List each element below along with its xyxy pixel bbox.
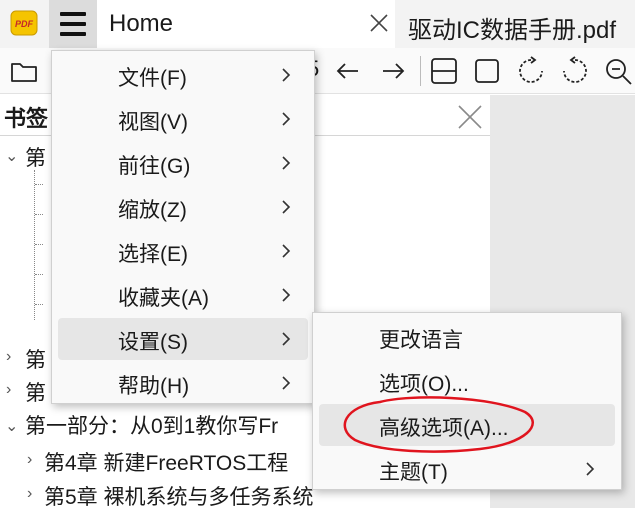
app-logo-icon: PDF [10,10,38,36]
chevron-right-icon [282,156,291,170]
back-arrow-icon[interactable] [333,56,363,86]
fit-page-icon[interactable] [472,56,502,86]
chevron-right-icon [282,332,291,346]
menu-item-label: 前往(G) [118,155,191,178]
rotate-left-icon[interactable] [516,56,546,86]
menu-item-zoom[interactable]: 缩放(Z) [58,186,308,228]
menu-item-settings[interactable]: 设置(S) [58,318,308,360]
menu-item-view[interactable]: 视图(V) [58,98,308,140]
chevron-right-icon [282,200,291,214]
menu-item-label: 文件(F) [118,67,187,90]
tree-guide [34,170,35,320]
toolbar-separator [420,56,421,86]
chevron-right-icon [586,462,595,476]
title-bar: PDF Home 驱动IC数据手册.pdf [0,0,635,48]
menu-item-favorites[interactable]: 收藏夹(A) [58,274,308,316]
main-menu: 文件(F) 视图(V) 前往(G) 缩放(Z) 选择(E) 收藏夹(A) 设置(… [51,50,315,404]
menu-item-goto[interactable]: 前往(G) [58,142,308,184]
tree-item[interactable]: 第4章 新建FreeRTOS工程 [44,447,288,477]
tab-home-label: Home [109,10,174,37]
tree-item[interactable]: 第 [25,344,46,374]
chevron-down-icon[interactable]: ⌄ [5,416,18,436]
tab-document[interactable]: 驱动IC数据手册.pdf [396,0,635,48]
open-folder-icon[interactable] [9,56,39,86]
menu-item-label: 设置(S) [118,331,188,354]
menu-item-label: 缩放(Z) [118,199,187,222]
menu-item-select[interactable]: 选择(E) [58,230,308,272]
tree-guide [35,274,43,275]
close-panel-icon[interactable] [457,104,483,130]
chevron-right-icon[interactable]: › [27,485,32,503]
submenu-item-change-language[interactable]: 更改语言 [319,316,615,358]
submenu-item-label: 高级选项(A)... [379,417,509,440]
submenu-item-label: 主题(T) [379,461,448,484]
submenu-item-label: 选项(O)... [379,373,469,396]
forward-arrow-icon[interactable] [378,56,408,86]
zoom-out-icon[interactable] [603,56,633,86]
chevron-right-icon [282,68,291,82]
submenu-item-options[interactable]: 选项(O)... [319,360,615,402]
submenu-item-advanced-options[interactable]: 高级选项(A)... [319,404,615,446]
chevron-right-icon[interactable]: › [27,451,32,469]
settings-submenu: 更改语言 选项(O)... 高级选项(A)... 主题(T) [312,312,622,490]
menu-item-label: 帮助(H) [118,375,190,398]
tree-item[interactable]: 第5章 裸机系统与多任务系统 [44,481,314,508]
tree-item[interactable]: 第 [25,142,46,172]
tree-item[interactable]: 第 [25,377,46,407]
chevron-right-icon [282,376,291,390]
menu-item-label: 视图(V) [118,111,188,134]
menu-item-file[interactable]: 文件(F) [58,54,308,96]
menu-item-label: 收藏夹(A) [118,287,209,310]
chevron-right-icon[interactable]: › [6,381,11,399]
menu-item-label: 选择(E) [118,243,188,266]
chevron-down-icon[interactable]: ⌄ [5,146,18,166]
chevron-right-icon [282,288,291,302]
submenu-item-theme[interactable]: 主题(T) [319,448,615,490]
chevron-right-icon[interactable]: › [6,348,11,366]
bookmarks-title: 书签 [4,106,49,131]
tab-home[interactable]: Home [97,0,395,48]
menu-item-help[interactable]: 帮助(H) [58,362,308,404]
chevron-right-icon [282,112,291,126]
close-tab-icon[interactable] [369,13,389,33]
fit-width-icon[interactable] [429,56,459,86]
tree-guide [35,184,43,185]
submenu-item-label: 更改语言 [379,329,463,352]
tree-item[interactable]: 第一部分：从0到1教你写Fr [25,410,278,440]
tree-guide [35,214,43,215]
chevron-right-icon [282,244,291,258]
tab-document-label: 驱动IC数据手册.pdf [408,17,617,44]
main-menu-button[interactable] [49,0,97,48]
tree-guide [35,244,43,245]
tree-guide [35,304,43,305]
app-logo-text: PDF [15,19,34,29]
rotate-right-icon[interactable] [560,56,590,86]
